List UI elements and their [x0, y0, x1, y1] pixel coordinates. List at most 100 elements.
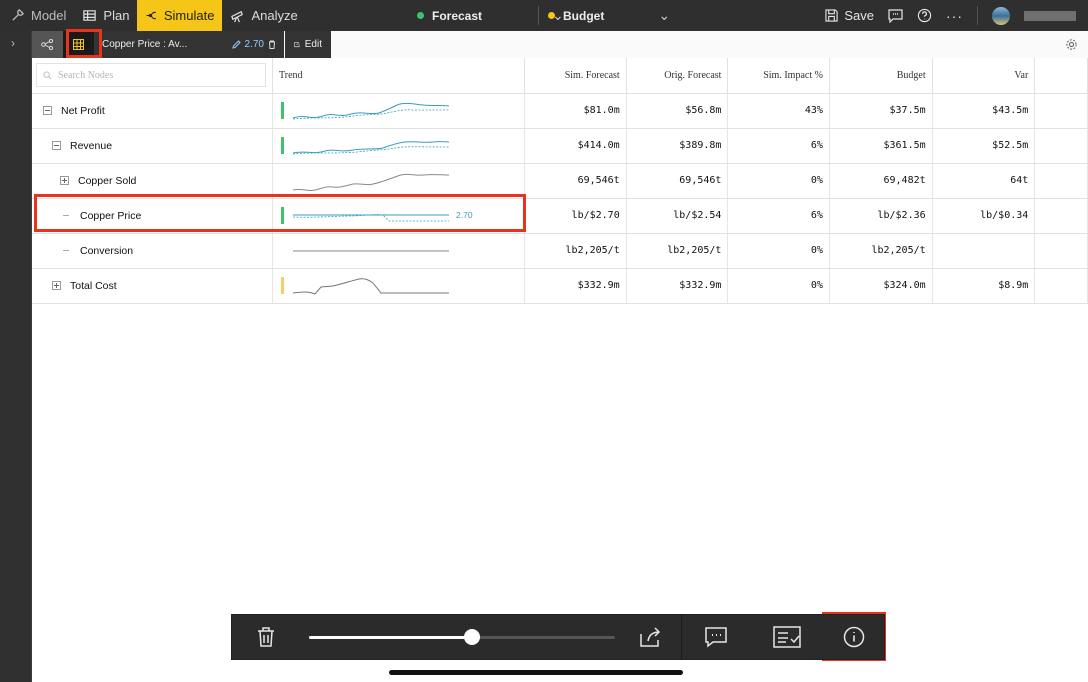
cell-empty	[1034, 198, 1088, 234]
table-row[interactable]: Revenue $414.0m $389.8m 6% $361.5m $52.5…	[32, 128, 1088, 164]
leaf-indicator	[63, 250, 69, 251]
cell-empty	[1034, 128, 1088, 164]
cell-sim-forecast: $81.0m	[524, 93, 627, 129]
pencil-icon[interactable]	[231, 40, 241, 49]
selected-node-label: Copper Price : Av...	[102, 39, 188, 50]
table-row[interactable]: Net Profit $81.0m $56.8m 43% $37.5m $43.…	[32, 93, 1088, 129]
node-name: Conversion	[80, 244, 134, 257]
view-toolbar: Copper Price : Av... 2.70 Edit	[32, 31, 1088, 58]
expand-icon[interactable]	[60, 176, 69, 185]
col-var[interactable]: Var	[932, 58, 1036, 94]
cell-var: $52.5m	[932, 128, 1036, 164]
sparkline	[281, 276, 449, 295]
cell-sim-impact: 43%	[727, 93, 830, 129]
comment-icon	[705, 627, 728, 648]
trend-cell	[272, 268, 525, 304]
left-rail: ›	[0, 31, 32, 682]
collapse-icon[interactable]	[52, 141, 61, 150]
expand-icon[interactable]	[52, 281, 61, 290]
cell-empty	[1034, 233, 1088, 269]
collapse-icon[interactable]	[43, 106, 52, 115]
scenario-budget-select[interactable]: Budget ⌄	[548, 0, 670, 31]
trend-cell	[272, 163, 525, 199]
search-icon	[43, 71, 52, 80]
telescope-icon	[231, 10, 244, 23]
info-button[interactable]	[824, 614, 884, 660]
col-orig-forecast[interactable]: Orig. Forecast	[626, 58, 729, 94]
node-name: Total Cost	[70, 279, 117, 292]
cell-sim-impact: 0%	[727, 233, 830, 269]
gear-icon[interactable]	[1065, 38, 1078, 51]
home-indicator	[389, 670, 683, 675]
help-icon[interactable]	[917, 8, 932, 23]
more-icon[interactable]: ···	[946, 8, 963, 24]
nav-plan[interactable]: Plan	[74, 0, 137, 31]
cell-orig-forecast: lb2,205/t	[626, 233, 729, 269]
scenario-forecast-select[interactable]: Forecast ⌄	[417, 0, 564, 31]
sparkline	[292, 173, 450, 191]
nav-model[interactable]: Model	[0, 0, 74, 31]
divider	[977, 6, 978, 25]
share-graph-icon	[41, 39, 54, 50]
cell-budget: $361.5m	[829, 128, 933, 164]
cell-orig-forecast: $56.8m	[626, 93, 729, 129]
nav-simulate[interactable]: Simulate	[137, 0, 223, 31]
grid-icon	[73, 39, 84, 50]
cell-var: 64t	[932, 163, 1036, 199]
scenario-budget-label: Budget	[563, 8, 605, 23]
cell-sim-forecast: 69,546t	[524, 163, 627, 199]
selected-node-chip[interactable]: Copper Price : Av... 2.70	[94, 31, 284, 58]
grid-view-button[interactable]	[63, 31, 94, 58]
col-sim-impact[interactable]: Sim. Impact %	[727, 58, 830, 94]
cell-sim-impact: 6%	[727, 198, 830, 234]
cell-sim-forecast: lb/$2.70	[524, 198, 627, 234]
edit-button[interactable]: Edit	[285, 31, 331, 58]
table-row[interactable]: Total Cost $332.9m $332.9m 0% $324.0m $8…	[32, 268, 1088, 304]
comment-button[interactable]	[682, 614, 751, 660]
col-budget[interactable]: Budget	[829, 58, 933, 94]
save-button[interactable]: Save	[825, 8, 874, 23]
share-button[interactable]	[621, 614, 681, 660]
node-name: Copper Sold	[78, 174, 137, 187]
cell-sim-impact: 0%	[727, 268, 830, 304]
save-icon	[825, 9, 838, 22]
chevron-right-icon[interactable]: ›	[11, 36, 15, 50]
avatar[interactable]	[992, 6, 1010, 25]
sparkline	[293, 250, 449, 251]
trend-cell	[272, 93, 525, 129]
table-row-selected[interactable]: Copper Price 2.70 lb/$2.70 lb/$2.54 6% l…	[32, 198, 1088, 234]
nav-model-label: Model	[31, 8, 67, 23]
node-name: Copper Price	[80, 209, 142, 222]
cell-budget: lb2,205/t	[829, 233, 933, 269]
sparkline	[281, 101, 450, 119]
scenario-forecast-label: Forecast	[432, 8, 483, 23]
simulate-icon	[147, 11, 157, 20]
delete-button[interactable]	[232, 614, 299, 660]
search-input[interactable]: Search Nodes	[36, 63, 266, 88]
nav-plan-label: Plan	[103, 8, 130, 23]
cell-sim-forecast: $332.9m	[524, 268, 627, 304]
node-name-cell: Net Profit	[32, 93, 273, 129]
table-icon	[83, 10, 97, 21]
comment-icon[interactable]	[888, 8, 903, 23]
search-header: Search Nodes	[32, 58, 273, 94]
cell-orig-forecast: 69,546t	[626, 163, 729, 199]
col-trend: Trend	[272, 58, 525, 94]
chevron-down-icon: ⌄	[658, 7, 671, 23]
scenario-budget-dot	[548, 12, 555, 19]
table-row[interactable]: Conversion lb2,205/t lb2,205/t 0% lb2,20…	[32, 233, 1088, 269]
sparkline-value: 2.70	[456, 210, 473, 220]
trash-icon[interactable]	[268, 40, 276, 49]
trend-cell	[272, 233, 525, 269]
table-row[interactable]: Copper Sold 69,546t 69,546t 0% 69,482t 6…	[32, 163, 1088, 199]
cell-sim-forecast: $414.0m	[524, 128, 627, 164]
checklist-button[interactable]	[751, 614, 822, 660]
nav-analyze[interactable]: Analyze	[222, 0, 305, 31]
info-icon	[843, 626, 865, 648]
slider-thumb[interactable]	[464, 629, 481, 645]
graph-view-button[interactable]	[32, 31, 63, 58]
scenario-slider[interactable]	[309, 627, 616, 647]
share-icon	[640, 627, 660, 647]
top-nav-bar: Model Plan Simulate Analyze Forecast ⌄ B…	[0, 0, 1088, 31]
col-sim-forecast[interactable]: Sim. Forecast	[524, 58, 627, 94]
